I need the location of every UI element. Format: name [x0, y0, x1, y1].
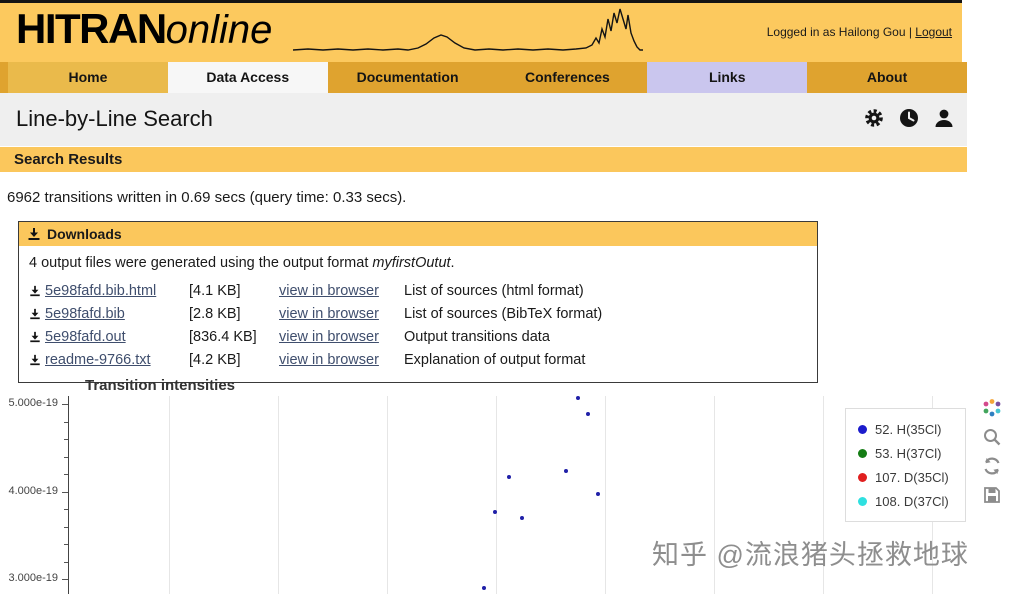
view-in-browser-link[interactable]: view in browser [279, 306, 379, 322]
file-download-link[interactable]: 5e98fafd.bib.html [45, 283, 156, 299]
nav-tab-data-access[interactable]: Data Access [168, 62, 328, 93]
legend-label: 107. D(35Cl) [875, 470, 949, 485]
file-description: List of sources (BibTeX format) [404, 306, 602, 322]
gridline [278, 396, 279, 594]
logged-in-text: Logged in as Hailong Gou | [767, 25, 912, 39]
gear-icon[interactable] [863, 107, 885, 129]
header: HITRANonline Logged in as Hailong Gou | … [0, 0, 962, 62]
file-cell: 5e98fafd.out [29, 329, 126, 345]
logo-text-bold: HITRAN [16, 5, 166, 52]
file-download-icon [29, 308, 41, 320]
spectrum-curve-decoration [292, 7, 644, 61]
file-download-icon [29, 354, 41, 366]
summary-prefix: 4 output files were generated using the … [29, 255, 372, 271]
file-size: [4.1 KB] [189, 283, 241, 299]
chart-modebar [982, 398, 1002, 505]
view-in-browser-link[interactable]: view in browser [279, 329, 379, 345]
downloads-title: Downloads [47, 226, 122, 242]
data-point[interactable] [586, 412, 590, 416]
page-title: Line-by-Line Search [16, 106, 213, 132]
legend-item[interactable]: 108. D(37Cl) [858, 489, 965, 513]
chart-title: Transition intensities [85, 377, 235, 394]
legend-color-dot [858, 473, 867, 482]
file-size: [836.4 KB] [189, 329, 257, 345]
view-in-browser-link[interactable]: view in browser [279, 352, 379, 368]
legend-label: 108. D(37Cl) [875, 494, 949, 509]
login-status: Logged in as Hailong Gou | Logout [767, 25, 952, 39]
legend-label: 52. H(35Cl) [875, 422, 941, 437]
legend: 52. H(35Cl) 53. H(37Cl) 107. D(35Cl) 108. D… [845, 408, 966, 522]
data-point[interactable] [520, 516, 524, 520]
file-cell: 5e98fafd.bib.html [29, 283, 156, 299]
file-download-link[interactable]: 5e98fafd.bib [45, 306, 125, 322]
file-download-link[interactable]: readme-9766.txt [45, 352, 151, 368]
legend-item[interactable]: 107. D(35Cl) [858, 465, 965, 489]
file-description: Output transitions data [404, 329, 550, 345]
title-bar: Line-by-Line Search [0, 93, 967, 146]
file-size: [2.8 KB] [189, 306, 241, 322]
autoscale-icon[interactable] [982, 456, 1002, 476]
downloads-box: Downloads 4 output files were generated … [18, 221, 818, 383]
gridline [496, 396, 497, 594]
legend-label: 53. H(37Cl) [875, 446, 941, 461]
downloads-header: Downloads [19, 222, 817, 246]
gridline [387, 396, 388, 594]
y-tick-label: 5.000e-19 [0, 397, 58, 409]
plotly-logo-icon[interactable] [982, 398, 1002, 418]
y-tick-label: 3.000e-19 [0, 572, 58, 584]
legend-color-dot [858, 449, 867, 458]
nav-tab-documentation[interactable]: Documentation [328, 62, 488, 93]
save-icon[interactable] [982, 485, 1002, 505]
logout-link[interactable]: Logout [915, 25, 952, 39]
download-file-row: 5e98fafd.out [836.4 KB] view in browser … [19, 327, 817, 350]
file-cell: 5e98fafd.bib [29, 306, 125, 322]
legend-item[interactable]: 53. H(37Cl) [858, 441, 965, 465]
nav-tab-home[interactable]: Home [8, 62, 168, 93]
nav-tab-about[interactable]: About [807, 62, 967, 93]
data-point[interactable] [482, 586, 486, 590]
zoom-icon[interactable] [982, 427, 1002, 447]
view-in-browser-link[interactable]: view in browser [279, 283, 379, 299]
file-download-icon [29, 285, 41, 297]
page: HITRANonline Logged in as Hailong Gou | … [0, 0, 1028, 594]
file-description: Explanation of output format [404, 352, 585, 368]
nav-tab-conferences[interactable]: Conferences [487, 62, 647, 93]
download-file-row: 5e98fafd.bib.html [4.1 KB] view in brows… [19, 281, 817, 304]
logo-text-italic: online [166, 8, 273, 52]
legend-color-dot [858, 497, 867, 506]
download-file-row: 5e98fafd.bib [2.8 KB] view in browser Li… [19, 304, 817, 327]
history-icon[interactable] [898, 107, 920, 129]
data-point[interactable] [507, 475, 511, 479]
download-icon [27, 227, 41, 241]
status-line: 6962 transitions written in 0.69 secs (q… [7, 189, 406, 206]
y-tick-label: 4.000e-19 [0, 485, 58, 497]
data-point[interactable] [564, 469, 568, 473]
file-download-icon [29, 331, 41, 343]
watermark: 知乎 @流浪猪头拯救地球 [652, 533, 969, 572]
output-format-name: myfirstOutut [372, 255, 450, 271]
search-results-header: Search Results [0, 147, 967, 172]
data-point[interactable] [596, 492, 600, 496]
data-point[interactable] [493, 510, 497, 514]
data-point[interactable] [576, 396, 580, 400]
file-description: List of sources (html format) [404, 283, 584, 299]
file-cell: readme-9766.txt [29, 352, 151, 368]
y-axis: 5.000e-19 4.000e-19 3.000e-19 [0, 396, 68, 594]
file-download-link[interactable]: 5e98fafd.out [45, 329, 126, 345]
gridline [169, 396, 170, 594]
titlebar-icons [863, 107, 955, 129]
downloads-summary: 4 output files were generated using the … [19, 246, 817, 281]
file-size: [4.2 KB] [189, 352, 241, 368]
legend-item[interactable]: 52. H(35Cl) [858, 417, 965, 441]
legend-color-dot [858, 425, 867, 434]
gridline [605, 396, 606, 594]
hitran-logo[interactable]: HITRANonline [16, 5, 272, 53]
summary-suffix: . [451, 255, 455, 271]
download-file-row: readme-9766.txt [4.2 KB] view in browser… [19, 350, 817, 373]
nav-bar: Home Data Access Documentation Conferenc… [0, 62, 967, 93]
user-icon[interactable] [933, 107, 955, 129]
nav-tab-links[interactable]: Links [647, 62, 807, 93]
